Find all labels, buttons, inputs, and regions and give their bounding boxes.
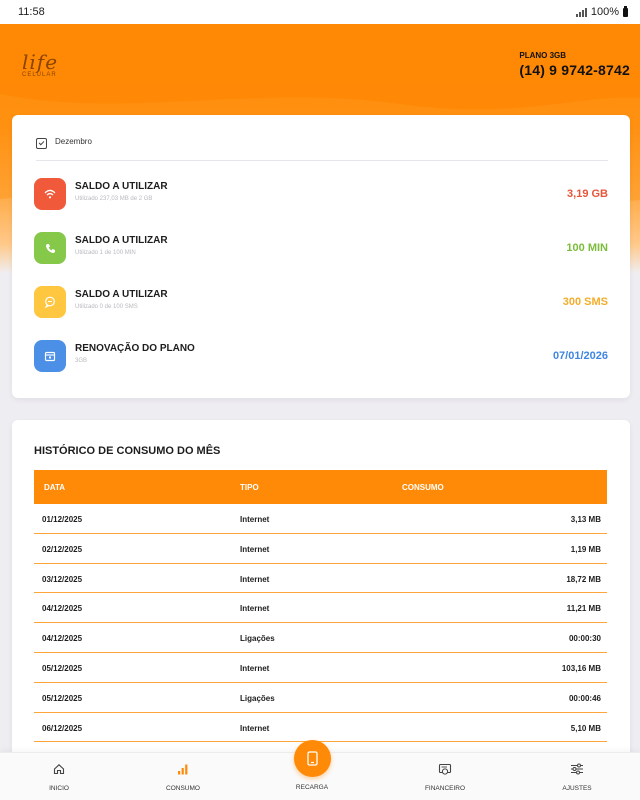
- column-header-consumption: CONSUMO: [402, 483, 444, 492]
- plan-info: PLANO 3GB (14) 9 9742-8742: [519, 51, 630, 78]
- row-consumption: 00:00:30: [568, 634, 601, 644]
- bar-chart-icon: [178, 764, 188, 775]
- status-time: 11:58: [18, 6, 45, 18]
- plan-name: PLANO 3GB: [519, 51, 567, 60]
- row-type: Ligações: [240, 693, 275, 703]
- balance-item-title: SALDO A UTILIZAR: [75, 235, 168, 246]
- wifi-icon: [34, 178, 66, 210]
- month-selector[interactable]: Dezembro: [36, 137, 608, 161]
- row-consumption: 3,13 MB: [570, 515, 601, 524]
- battery-level: 100%: [590, 6, 619, 18]
- home-icon: [53, 764, 65, 775]
- nav-label: FINANCEIRO: [424, 785, 466, 792]
- row-date: 06/12/2025: [42, 723, 83, 733]
- column-header-type: TIPO: [240, 483, 259, 492]
- phone-number: (14) 9 9742-8742: [519, 62, 630, 78]
- row-date: 02/12/2025: [42, 544, 83, 554]
- balance-item-renewal[interactable]: RENOVAÇÃO DO PLANO 3GB 07/01/2026: [34, 338, 608, 378]
- row-date: 04/12/2025: [42, 634, 83, 644]
- table-row: 02/12/2025 Internet 1,19 MB: [34, 534, 607, 564]
- balance-item-subtitle: 3GB: [75, 358, 88, 364]
- balance-item-subtitle: Utilizado 0 de 100 SMS: [75, 304, 138, 310]
- nav-item-financeiro[interactable]: FINANCEIRO: [400, 753, 490, 800]
- nav-item-ajustes[interactable]: AJUSTES: [532, 753, 622, 800]
- nav-label: INICIO: [49, 785, 69, 792]
- row-consumption: 1,19 MB: [570, 544, 601, 554]
- row-type: Internet: [240, 604, 270, 614]
- recharge-button[interactable]: [294, 740, 331, 777]
- balance-item-sms[interactable]: SALDO A UTILIZAR Utilizado 0 de 100 SMS …: [34, 284, 608, 324]
- table-row: 03/12/2025 Internet 18,72 MB: [34, 564, 607, 594]
- row-type: Ligações: [240, 634, 275, 644]
- status-bar: 11:58 100%: [0, 0, 640, 24]
- invoice-icon: [438, 763, 452, 775]
- balance-item-value: 3,19 GB: [567, 188, 608, 200]
- table-header: DATA TIPO CONSUMO: [34, 470, 607, 504]
- balance-item-title: SALDO A UTILIZAR: [75, 181, 168, 192]
- month-label: Dezembro: [55, 137, 92, 146]
- nav-item-inicio[interactable]: INICIO: [14, 753, 104, 800]
- calendar-check-icon: [36, 138, 47, 149]
- row-date: 04/12/2025: [42, 604, 83, 614]
- battery-icon: [623, 5, 628, 17]
- balance-item-subtitle: Utilizado 237,03 MB de 2 GB: [75, 196, 153, 202]
- row-date: 05/12/2025: [42, 663, 83, 673]
- status-indicators: 100%: [575, 5, 628, 18]
- row-consumption: 5,10 MB: [570, 723, 601, 733]
- nav-label: AJUSTES: [562, 785, 592, 792]
- signal-icon: [575, 7, 587, 17]
- message-icon: [34, 286, 66, 318]
- nav-label: CONSUMO: [166, 785, 200, 792]
- row-type: Internet: [240, 663, 270, 673]
- row-type: Internet: [240, 515, 270, 524]
- table-row: 05/12/2025 Ligações 00:00:46: [34, 683, 607, 713]
- balance-item-value: 100 MIN: [566, 242, 608, 254]
- row-type: Internet: [240, 574, 270, 584]
- balance-item-minutes[interactable]: SALDO A UTILIZAR Utilizado 1 de 100 MIN …: [34, 230, 608, 270]
- row-type: Internet: [240, 544, 270, 554]
- row-date: 01/12/2025: [42, 515, 83, 524]
- balance-item-subtitle: Utilizado 1 de 100 MIN: [75, 250, 136, 256]
- row-consumption: 00:00:46: [568, 693, 601, 703]
- table-row: 04/12/2025 Ligações 00:00:30: [34, 623, 607, 653]
- mobile-phone-icon: [307, 751, 318, 766]
- balance-item-data[interactable]: SALDO A UTILIZAR Utilizado 237,03 MB de …: [34, 176, 608, 216]
- nav-item-consumo[interactable]: CONSUMO: [138, 753, 228, 800]
- balance-item-value: 300 SMS: [562, 296, 608, 308]
- phone-icon: [34, 232, 66, 264]
- sliders-icon: [571, 763, 583, 775]
- brand-logo: life CELULAR: [22, 50, 59, 78]
- row-date: 05/12/2025: [42, 693, 83, 703]
- calendar-icon: [34, 340, 66, 372]
- balance-item-value: 07/01/2026: [552, 350, 608, 362]
- row-consumption: 103,16 MB: [561, 663, 601, 673]
- table-row: 06/12/2025 Internet 5,10 MB: [34, 713, 607, 743]
- nav-label-recarga[interactable]: RECARGA: [272, 784, 352, 791]
- row-consumption: 18,72 MB: [566, 574, 601, 584]
- row-date: 03/12/2025: [42, 574, 83, 584]
- balance-card: Dezembro SALDO A UTILIZAR Utilizado 237,…: [12, 115, 630, 398]
- table-row: 01/12/2025 Internet 3,13 MB: [34, 504, 607, 534]
- consumption-history-card: HISTÓRICO DE CONSUMO DO MÊS DATA TIPO CO…: [12, 420, 630, 760]
- table-row: 05/12/2025 Internet 103,16 MB: [34, 653, 607, 683]
- column-header-date: DATA: [44, 483, 66, 492]
- row-type: Internet: [240, 723, 270, 733]
- balance-item-title: RENOVAÇÃO DO PLANO: [75, 343, 195, 354]
- history-title: HISTÓRICO DE CONSUMO DO MÊS: [34, 445, 221, 457]
- balance-item-title: SALDO A UTILIZAR: [75, 289, 168, 300]
- row-consumption: 11,21 MB: [566, 604, 601, 614]
- consumption-table: DATA TIPO CONSUMO 01/12/2025 Internet 3,…: [34, 470, 607, 743]
- table-row: 04/12/2025 Internet 11,21 MB: [34, 593, 607, 624]
